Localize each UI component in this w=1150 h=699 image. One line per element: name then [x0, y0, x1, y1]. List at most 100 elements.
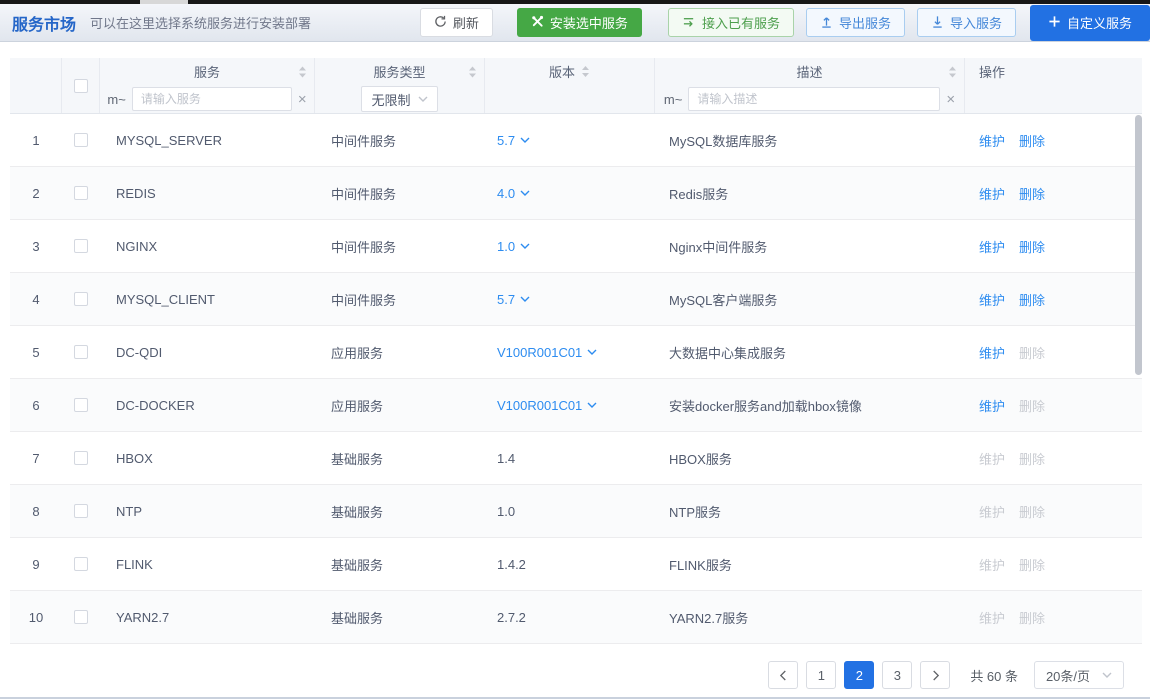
page-size-select[interactable]: 20条/页: [1034, 661, 1124, 689]
row-checkbox[interactable]: [74, 557, 88, 571]
window-top-edge-segment: [140, 0, 188, 4]
index-column-header: [10, 58, 62, 113]
next-page-button[interactable]: [920, 661, 950, 689]
row-checkbox[interactable]: [74, 610, 88, 624]
description-filter-input[interactable]: [688, 87, 940, 111]
sort-icon[interactable]: [468, 65, 477, 78]
maintain-link: 维护: [979, 555, 1005, 574]
table-row: 8 NTP 基础服务 1.0 NTP服务 维护 删除: [10, 485, 1142, 538]
delete-link[interactable]: 删除: [1019, 184, 1045, 203]
sort-icon[interactable]: [298, 65, 307, 78]
chevron-down-icon: [587, 349, 597, 355]
version-value: 1.4: [497, 451, 515, 466]
service-type: 基础服务: [331, 608, 383, 627]
page-subtitle: 可以在这里选择系统服务进行安装部署: [90, 13, 311, 32]
select-all-checkbox[interactable]: [74, 79, 88, 93]
row-index: 6: [32, 398, 39, 413]
version-select[interactable]: 5.7: [497, 292, 530, 307]
table-row: 6 DC-DOCKER 应用服务 V100R001C01 安装docker服务a…: [10, 379, 1142, 432]
maintain-link[interactable]: 维护: [979, 131, 1005, 150]
row-checkbox[interactable]: [74, 186, 88, 200]
service-column-label: 服务: [194, 62, 220, 81]
row-checkbox[interactable]: [74, 398, 88, 412]
chevron-down-icon: [1102, 672, 1112, 678]
description-column-header: 描述 m~ ×: [655, 58, 965, 113]
connect-existing-button[interactable]: 接入已有服务: [668, 8, 794, 37]
custom-service-label: 自定义服务: [1067, 13, 1132, 32]
chevron-down-icon: [587, 402, 597, 408]
import-services-button[interactable]: 导入服务: [917, 8, 1016, 37]
service-type: 应用服务: [331, 343, 383, 362]
version-select[interactable]: V100R001C01: [497, 345, 597, 360]
version-select[interactable]: 5.7: [497, 133, 530, 148]
version-select: 1.4: [497, 451, 515, 466]
link-in-icon: [682, 15, 696, 31]
row-checkbox[interactable]: [74, 345, 88, 359]
service-filter-input[interactable]: [132, 87, 292, 111]
custom-service-button[interactable]: 自定义服务: [1030, 5, 1150, 41]
refresh-icon: [434, 15, 447, 31]
refresh-button[interactable]: 刷新: [420, 8, 493, 37]
delete-link[interactable]: 删除: [1019, 290, 1045, 309]
row-checkbox[interactable]: [74, 133, 88, 147]
table-row: 1 MYSQL_SERVER 中间件服务 5.7 MySQL数据库服务 维护 删…: [10, 114, 1142, 167]
version-value: 4.0: [497, 186, 515, 201]
version-select[interactable]: V100R001C01: [497, 398, 597, 413]
table-row: 5 DC-QDI 应用服务 V100R001C01 大数据中心集成服务 维护 删…: [10, 326, 1142, 379]
service-description: MySQL客户端服务: [669, 290, 777, 309]
delete-link[interactable]: 删除: [1019, 131, 1045, 150]
version-select[interactable]: 4.0: [497, 186, 530, 201]
page-size-value: 20条/页: [1046, 666, 1090, 685]
table-row: 2 REDIS 中间件服务 4.0 Redis服务 维护 删除: [10, 167, 1142, 220]
maintain-link[interactable]: 维护: [979, 343, 1005, 362]
sort-icon[interactable]: [948, 65, 957, 78]
service-description: 安装docker服务and加载hbox镜像: [669, 396, 862, 415]
page-list: 123: [806, 661, 912, 689]
version-value: 1.0: [497, 504, 515, 519]
prev-page-button[interactable]: [768, 661, 798, 689]
type-column-header: 服务类型 无限制: [315, 58, 485, 113]
maintain-link[interactable]: 维护: [979, 290, 1005, 309]
services-table: 服务 m~ × 服务类型 无限制 版本: [10, 58, 1142, 644]
row-index: 9: [32, 557, 39, 572]
clear-icon[interactable]: ×: [298, 92, 307, 107]
chevron-down-icon: [520, 190, 530, 196]
maintain-link[interactable]: 维护: [979, 237, 1005, 256]
version-select[interactable]: 1.0: [497, 239, 530, 254]
service-type: 中间件服务: [331, 290, 396, 309]
total-count: 共 60 条: [970, 666, 1018, 685]
arrow-down-to-line-icon: [931, 15, 944, 31]
table-row: 4 MYSQL_CLIENT 中间件服务 5.7 MySQL客户端服务 维护 删…: [10, 273, 1142, 326]
actions-column-label: 操作: [979, 62, 1005, 81]
delete-link: 删除: [1019, 396, 1045, 415]
page-button-3[interactable]: 3: [882, 661, 912, 689]
type-filter-select[interactable]: 无限制: [361, 86, 437, 112]
table-row: 9 FLINK 基础服务 1.4.2 FLINK服务 维护 删除: [10, 538, 1142, 591]
row-index: 8: [32, 504, 39, 519]
table-row: 3 NGINX 中间件服务 1.0 Nginx中间件服务 维护 删除: [10, 220, 1142, 273]
delete-link: 删除: [1019, 449, 1045, 468]
row-index: 1: [32, 133, 39, 148]
install-selected-button[interactable]: 安装选中服务: [517, 8, 642, 37]
page-button-2[interactable]: 2: [844, 661, 874, 689]
row-checkbox[interactable]: [74, 451, 88, 465]
sort-icon[interactable]: [581, 65, 590, 78]
page-button-1[interactable]: 1: [806, 661, 836, 689]
crossed-tools-icon: [531, 15, 544, 31]
version-value: 5.7: [497, 133, 515, 148]
type-column-label: 服务类型: [373, 62, 425, 81]
row-checkbox[interactable]: [74, 292, 88, 306]
service-name: YARN2.7: [116, 610, 169, 625]
delete-link[interactable]: 删除: [1019, 237, 1045, 256]
export-services-button[interactable]: 导出服务: [806, 8, 905, 37]
toolbar: 刷新 安装选中服务 接入已有服务 导出服务 导入服务 自定义服务: [420, 5, 1150, 41]
clear-icon[interactable]: ×: [946, 92, 955, 107]
delete-link: 删除: [1019, 343, 1045, 362]
row-checkbox[interactable]: [74, 239, 88, 253]
vertical-scrollbar[interactable]: [1135, 115, 1142, 375]
service-type: 基础服务: [331, 502, 383, 521]
row-checkbox[interactable]: [74, 504, 88, 518]
maintain-link[interactable]: 维护: [979, 184, 1005, 203]
chevron-down-icon: [520, 137, 530, 143]
maintain-link[interactable]: 维护: [979, 396, 1005, 415]
